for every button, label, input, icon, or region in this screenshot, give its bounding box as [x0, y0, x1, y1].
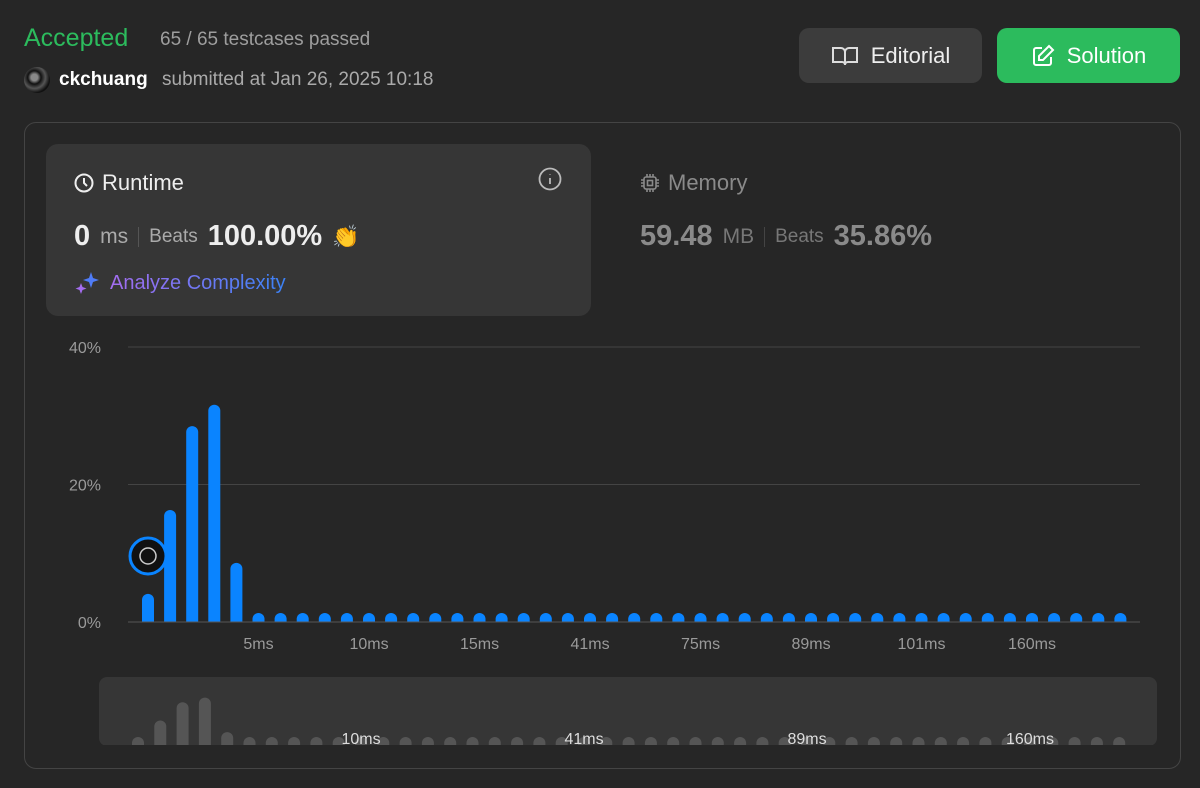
chart-minimap[interactable]	[99, 677, 1157, 746]
runtime-bar[interactable]	[164, 509, 177, 628]
x-tick-label: 41ms	[570, 636, 609, 653]
minimap-bar	[198, 697, 211, 751]
x-tick-label: 5ms	[243, 636, 273, 653]
user-avatar-marker	[128, 536, 168, 576]
minimap-label: 89ms	[787, 731, 826, 748]
x-tick-label: 101ms	[897, 636, 945, 653]
minimap-label: 41ms	[564, 731, 603, 748]
runtime-distribution-chart[interactable]: 0% 20% 40% 5ms 10ms 15ms 41ms 75ms 89ms 101ms 160m…	[0, 0, 1200, 788]
y-tick-label: 40%	[69, 340, 101, 357]
x-tick-label: 75ms	[681, 636, 720, 653]
runtime-bar[interactable]	[230, 562, 243, 628]
minimap-bar	[176, 702, 189, 751]
y-tick-label: 20%	[69, 478, 101, 495]
minimap-mask	[99, 745, 1157, 753]
x-tick-label: 89ms	[791, 636, 830, 653]
y-tick-label: 0%	[78, 615, 101, 632]
baseline-mask	[123, 622, 1145, 630]
runtime-bar[interactable]	[186, 426, 199, 628]
x-tick-label: 10ms	[349, 636, 388, 653]
submission-page: Accepted 65 / 65 testcases passed ckchua…	[0, 0, 1200, 788]
x-tick-label: 15ms	[460, 636, 499, 653]
runtime-bar[interactable]	[208, 404, 221, 628]
x-tick-label: 160ms	[1008, 636, 1056, 653]
minimap-label: 160ms	[1006, 731, 1054, 748]
minimap-label: 10ms	[341, 731, 380, 748]
